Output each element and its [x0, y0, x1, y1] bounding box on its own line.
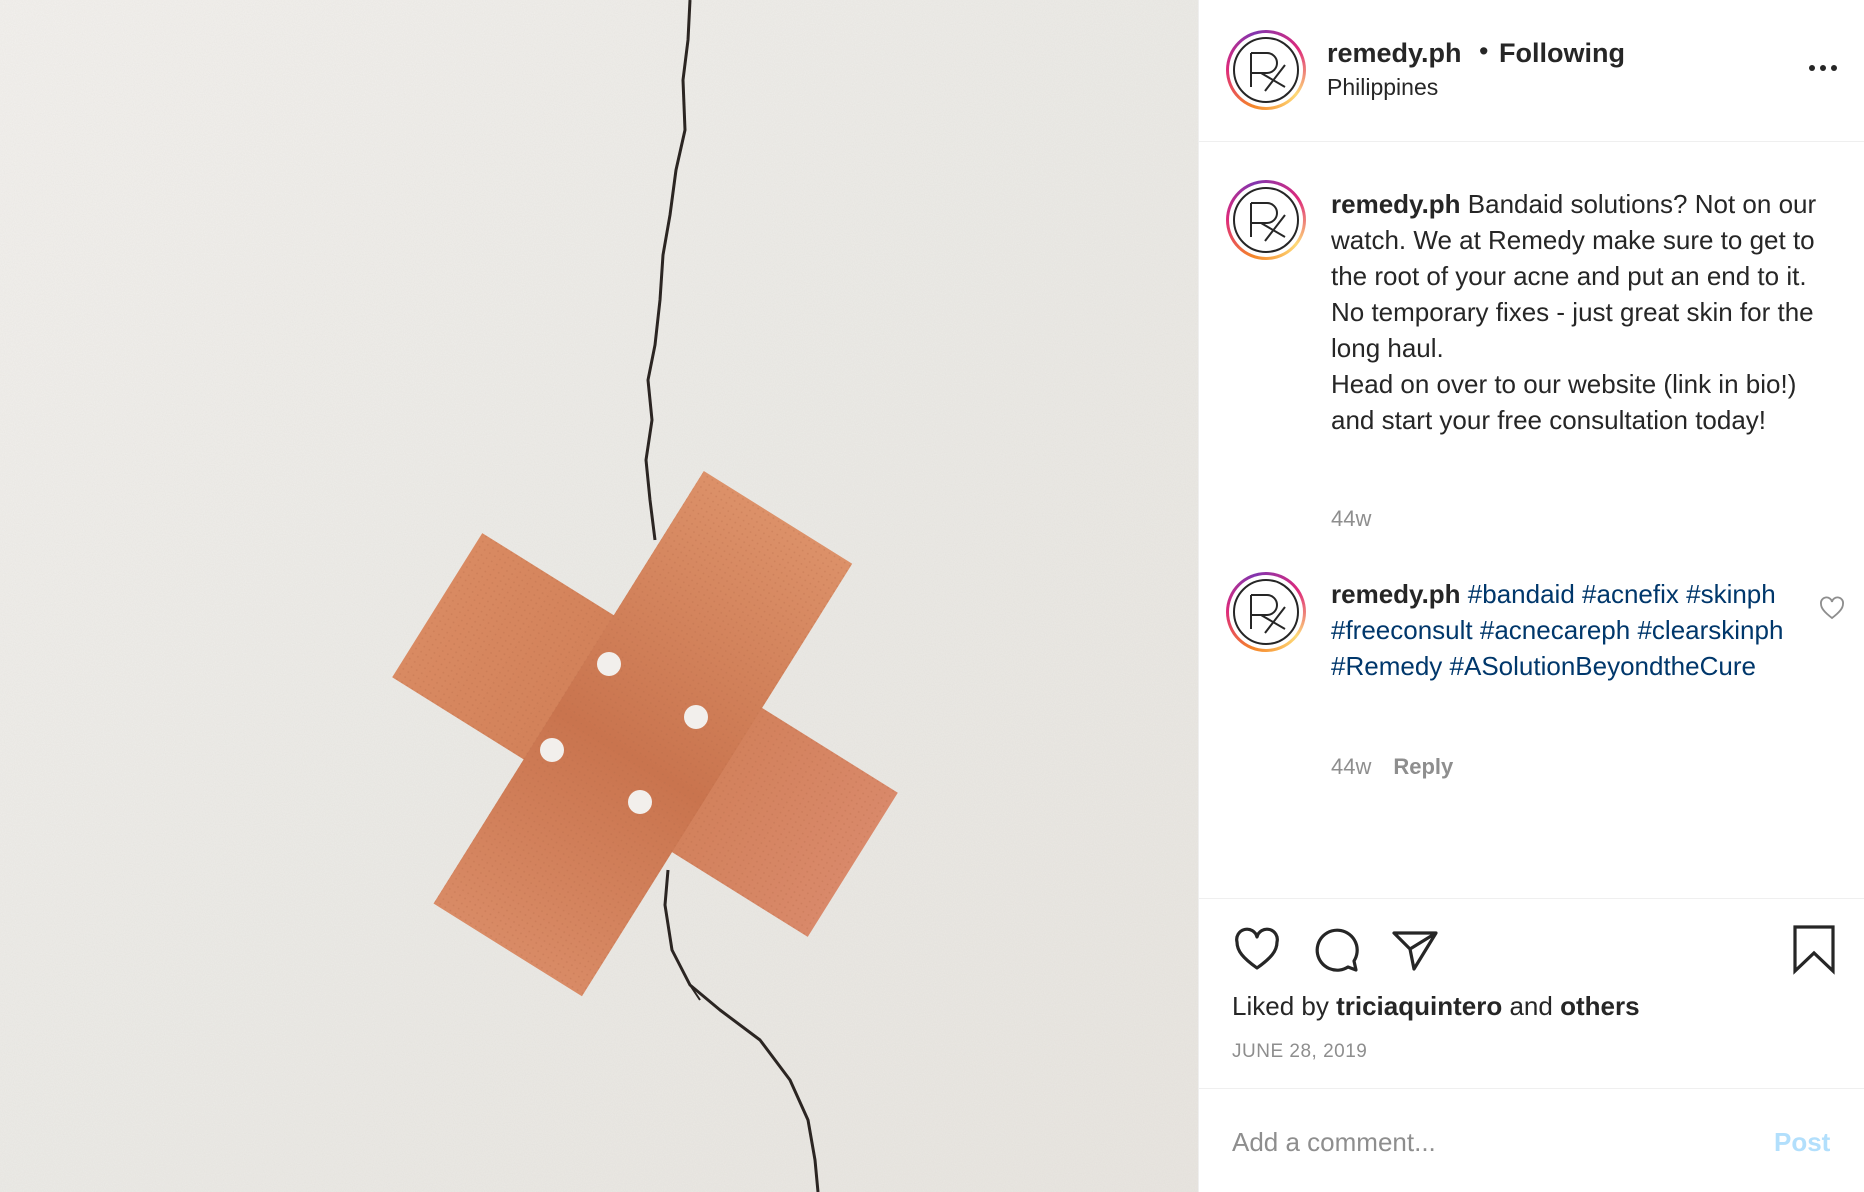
- hashtag-link[interactable]: #acnecareph: [1480, 615, 1630, 645]
- bandage-on-cracked-wall-image: [0, 0, 1198, 1192]
- hashtag-link[interactable]: #skinph: [1686, 579, 1776, 609]
- liked-by-others-link[interactable]: others: [1560, 991, 1639, 1021]
- rx-logo-icon: [1233, 37, 1299, 103]
- post-actions: Liked by triciaquintero and others JUNE …: [1199, 898, 1864, 1088]
- likes-summary: Liked by triciaquintero and others: [1232, 991, 1640, 1022]
- caption-body-2: Head on over to our website (link in bio…: [1331, 369, 1797, 435]
- small-heart-icon: [1820, 596, 1844, 620]
- post-header: remedy.ph • Following Philippines: [1199, 0, 1864, 142]
- comment-button[interactable]: [1311, 925, 1361, 975]
- comment-text: remedy.ph #bandaid #acnefix #skinph #fre…: [1331, 576, 1801, 684]
- post-photo[interactable]: [0, 0, 1198, 1192]
- comment-timestamp[interactable]: 44w: [1331, 754, 1371, 779]
- post-side-panel: remedy.ph • Following Philippines remedy…: [1198, 0, 1864, 1192]
- share-button[interactable]: [1390, 925, 1440, 975]
- save-button[interactable]: [1789, 923, 1839, 975]
- hashtag-link[interactable]: #freeconsult: [1331, 615, 1473, 645]
- comment-meta: 44w Reply: [1331, 754, 1453, 780]
- comment-icon: [1315, 928, 1359, 972]
- caption-timestamp[interactable]: 44w: [1331, 506, 1371, 532]
- header-separator: •: [1479, 36, 1489, 66]
- following-button[interactable]: Following: [1499, 38, 1625, 69]
- comment-avatar[interactable]: [1226, 572, 1306, 652]
- caption-username-link[interactable]: remedy.ph: [1331, 189, 1461, 219]
- heart-icon: [1235, 927, 1279, 970]
- bookmark-icon: [1793, 925, 1835, 975]
- hashtag-link[interactable]: #clearskinph: [1637, 615, 1783, 645]
- more-icon: [1809, 65, 1815, 71]
- liked-by-and: and: [1509, 991, 1553, 1021]
- hashtag-link[interactable]: #bandaid: [1468, 579, 1575, 609]
- hashtag-link[interactable]: #acnefix: [1582, 579, 1679, 609]
- liked-by-user-link[interactable]: triciaquintero: [1336, 991, 1502, 1021]
- add-comment-bar: Post: [1199, 1088, 1864, 1192]
- comment-like-button[interactable]: [1819, 596, 1845, 620]
- hashtag-link[interactable]: #ASolutionBeyondtheCure: [1450, 651, 1756, 681]
- more-options-button[interactable]: [1805, 56, 1841, 80]
- hashtag-link[interactable]: #Remedy: [1331, 651, 1442, 681]
- caption-avatar[interactable]: [1226, 180, 1306, 260]
- avatar[interactable]: [1226, 30, 1306, 110]
- liked-by-prefix: Liked by: [1232, 991, 1329, 1021]
- post-comment-button[interactable]: Post: [1774, 1127, 1830, 1158]
- rx-logo-icon: [1233, 579, 1299, 645]
- reply-button[interactable]: Reply: [1393, 754, 1453, 779]
- comment-input[interactable]: [1232, 1117, 1732, 1167]
- header-username-link[interactable]: remedy.ph: [1327, 38, 1462, 69]
- location-link[interactable]: Philippines: [1327, 74, 1438, 101]
- share-icon: [1392, 931, 1438, 971]
- rx-logo-icon: [1233, 187, 1299, 253]
- comment-username-link[interactable]: remedy.ph: [1331, 579, 1461, 609]
- caption-text: remedy.ph Bandaid solutions? Not on our …: [1331, 186, 1841, 438]
- post-date[interactable]: JUNE 28, 2019: [1232, 1041, 1367, 1063]
- like-button[interactable]: [1232, 925, 1282, 975]
